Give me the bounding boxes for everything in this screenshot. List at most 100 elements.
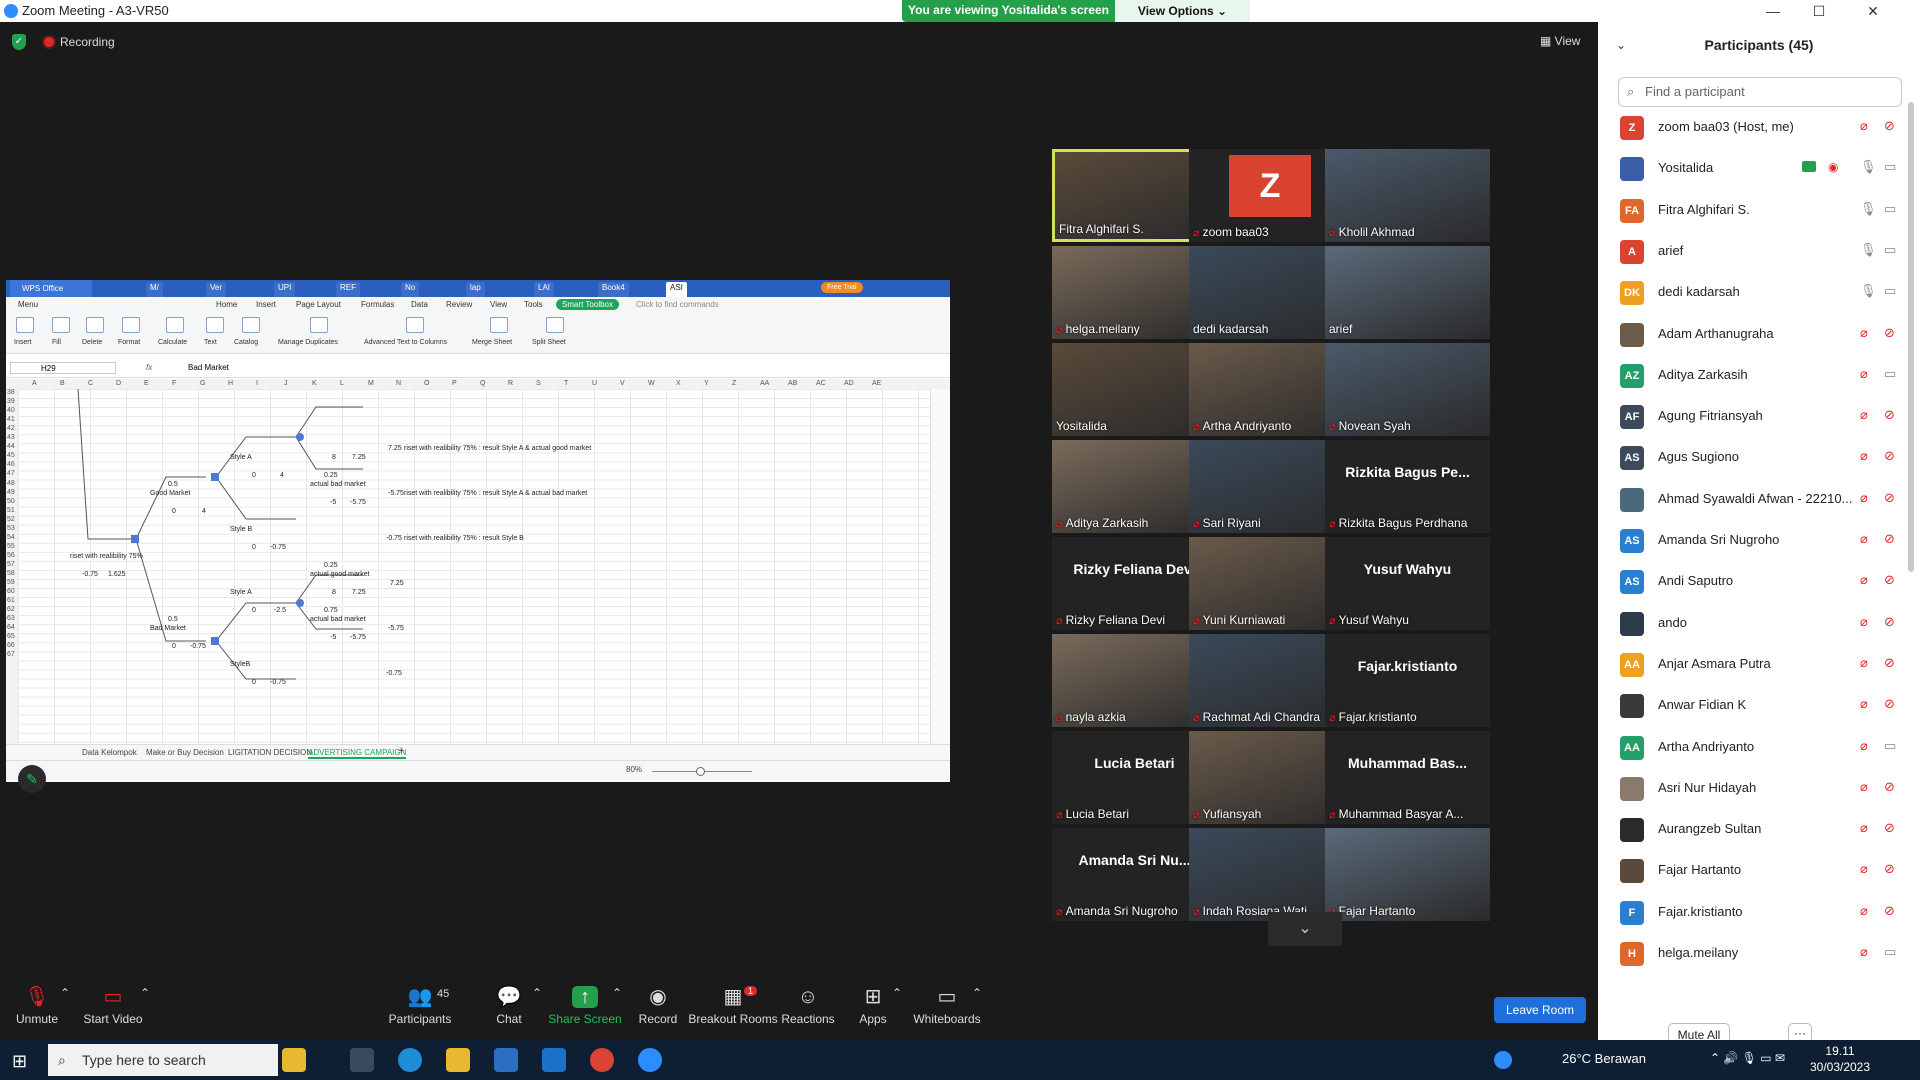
fill-icon[interactable] — [52, 317, 70, 333]
column-header[interactable]: AD — [844, 380, 854, 387]
cell[interactable]: riset with realibility 75% : result Styl… — [404, 490, 587, 497]
sheet-tab-active[interactable]: ADVERTISING CAMPAIGN — [308, 748, 407, 759]
mic-off-icon[interactable]: ⌀ — [1860, 820, 1868, 836]
row-header[interactable]: 39 — [7, 398, 15, 405]
camera-off-icon[interactable]: ⊘ — [1884, 531, 1895, 547]
mic-off-icon[interactable]: ⌀ — [1860, 944, 1868, 960]
cell[interactable]: 1.625 — [108, 571, 126, 578]
participant-row[interactable]: AA Anjar Asmara Putra ⌀ ⊘ — [1598, 644, 1920, 685]
row-header[interactable]: 41 — [7, 416, 15, 423]
camera-off-icon[interactable]: ⊘ — [1884, 903, 1895, 919]
video-tile[interactable]: Rizkita Bagus Pe... ⌀ Rizkita Bagus Perdha… — [1325, 440, 1490, 533]
apps-caret-icon[interactable]: ⌃ — [892, 986, 902, 1000]
camera-off-icon[interactable]: ⊘ — [1884, 407, 1895, 423]
doc-tab[interactable]: lap — [466, 282, 485, 297]
help-icon[interactable] — [1494, 1051, 1512, 1069]
column-header[interactable]: AB — [788, 380, 797, 387]
taskbar-search-input[interactable]: ⌕ Type here to search — [48, 1044, 278, 1076]
cell[interactable]: 0.5 — [168, 481, 178, 488]
row-header[interactable]: 40 — [7, 407, 15, 414]
participant-row[interactable]: AS Amanda Sri Nugroho ⌀ ⊘ — [1598, 520, 1920, 561]
participant-row[interactable]: ando ⌀ ⊘ — [1598, 603, 1920, 644]
column-header[interactable]: V — [620, 380, 625, 387]
annotate-pencil-icon[interactable]: ✎ — [18, 765, 46, 793]
store-icon[interactable] — [494, 1048, 518, 1072]
participant-row[interactable]: Anwar Fidian K ⌀ ⊘ — [1598, 685, 1920, 726]
row-header[interactable]: 48 — [7, 480, 15, 487]
recording-indicator[interactable]: Recording — [44, 35, 115, 49]
system-tray-icons[interactable]: ⌃ 🔊 🎙 ▭ ✉ — [1710, 1051, 1785, 1065]
leave-room-button[interactable]: Leave Room — [1494, 997, 1586, 1023]
camera-on-icon[interactable]: ▭ — [1884, 283, 1896, 299]
cell[interactable]: riset with realibility 75% : result Styl… — [404, 535, 524, 542]
menu-item[interactable]: Page Layout — [296, 300, 341, 309]
cell[interactable]: 7.25 — [388, 445, 402, 452]
video-tile[interactable]: Muhammad Bas... ⌀ Muhammad Basyar A... — [1325, 731, 1490, 824]
camera-off-icon[interactable]: ⊘ — [1884, 448, 1895, 464]
participant-list-scrollbar[interactable] — [1908, 102, 1914, 572]
column-header[interactable]: Z — [732, 380, 736, 387]
split-sheet-icon[interactable] — [546, 317, 564, 333]
video-tile[interactable]: ⌀ Novean Syah — [1325, 343, 1490, 436]
search-highlight-icon[interactable] — [282, 1048, 306, 1072]
menu-item[interactable]: Review — [446, 300, 472, 309]
column-header[interactable]: A — [32, 380, 37, 387]
add-sheet-icon[interactable]: + — [398, 745, 404, 757]
cell[interactable]: 0.5 — [168, 616, 178, 623]
minimize-button[interactable]: — — [1750, 0, 1796, 22]
column-header[interactable]: E — [144, 380, 149, 387]
column-header[interactable]: X — [676, 380, 681, 387]
chrome-icon[interactable] — [590, 1048, 614, 1072]
cell[interactable]: 7.25 — [390, 580, 404, 587]
row-header[interactable]: 50 — [7, 498, 15, 505]
mic-on-icon[interactable]: 🎙 — [1860, 159, 1877, 175]
cell[interactable]: -5.75 — [388, 490, 404, 497]
text-icon[interactable] — [206, 317, 224, 333]
mic-off-icon[interactable]: ⌀ — [1860, 655, 1868, 671]
doc-tab[interactable]: UPI — [274, 282, 296, 297]
taskbar-clock[interactable]: 19.11 30/03/2023 — [1800, 1043, 1880, 1075]
row-header[interactable]: 47 — [7, 470, 15, 477]
cell[interactable]: actual bad market — [310, 481, 366, 488]
row-header[interactable]: 65 — [7, 633, 15, 640]
cell[interactable]: Style B — [230, 526, 252, 533]
camera-on-icon[interactable]: ▭ — [1884, 738, 1896, 754]
menu-item[interactable]: View — [490, 300, 507, 309]
cell[interactable]: 4 — [202, 508, 206, 515]
video-tile[interactable]: Fajar.kristianto ⌀ Fajar.kristianto — [1325, 634, 1490, 727]
column-header[interactable]: P — [452, 380, 457, 387]
participant-row[interactable]: AS Agus Sugiono ⌀ ⊘ — [1598, 437, 1920, 478]
row-header[interactable]: 53 — [7, 525, 15, 532]
row-header[interactable]: 63 — [7, 615, 15, 622]
zoom-level[interactable]: 80% — [626, 765, 642, 774]
camera-on-icon[interactable]: ▭ — [1884, 201, 1896, 217]
participant-row[interactable]: Yositalida ◉ 🎙 ▭ — [1598, 148, 1920, 189]
sheet-tab[interactable]: Make or Buy Decision — [146, 748, 224, 757]
menu-item[interactable]: Insert — [256, 300, 276, 309]
row-header[interactable]: 66 — [7, 642, 15, 649]
cell[interactable]: 0 — [252, 544, 256, 551]
column-header[interactable]: R — [508, 380, 513, 387]
video-tile[interactable]: ⌀Fajar Hartanto — [1325, 828, 1490, 921]
column-header[interactable]: AC — [816, 380, 826, 387]
row-header[interactable]: 49 — [7, 489, 15, 496]
column-header[interactable]: K — [312, 380, 317, 387]
column-header[interactable]: AA — [760, 380, 769, 387]
mic-off-icon[interactable]: ⌀ — [1860, 572, 1868, 588]
column-header[interactable]: H — [228, 380, 233, 387]
delete-icon[interactable] — [86, 317, 104, 333]
free-trial-badge[interactable]: Free Trial — [821, 282, 863, 293]
column-header[interactable]: I — [256, 380, 258, 387]
column-header[interactable]: J — [284, 380, 288, 387]
participant-row[interactable]: Ahmad Syawaldi Afwan - 22210... ⌀ ⊘ — [1598, 479, 1920, 520]
cell[interactable]: -5.75 — [350, 634, 366, 641]
duplicates-icon[interactable] — [310, 317, 328, 333]
camera-off-icon[interactable]: ⊘ — [1884, 490, 1895, 506]
cell[interactable]: -2.5 — [274, 607, 286, 614]
row-header[interactable]: 64 — [7, 624, 15, 631]
participant-row[interactable]: Aarief 🎙 ▭ — [1598, 231, 1920, 272]
column-header[interactable]: C — [88, 380, 93, 387]
video-caret-icon[interactable]: ⌃ — [140, 986, 150, 1000]
text-columns-icon[interactable] — [406, 317, 424, 333]
whiteboard-caret-icon[interactable]: ⌃ — [972, 986, 982, 1000]
